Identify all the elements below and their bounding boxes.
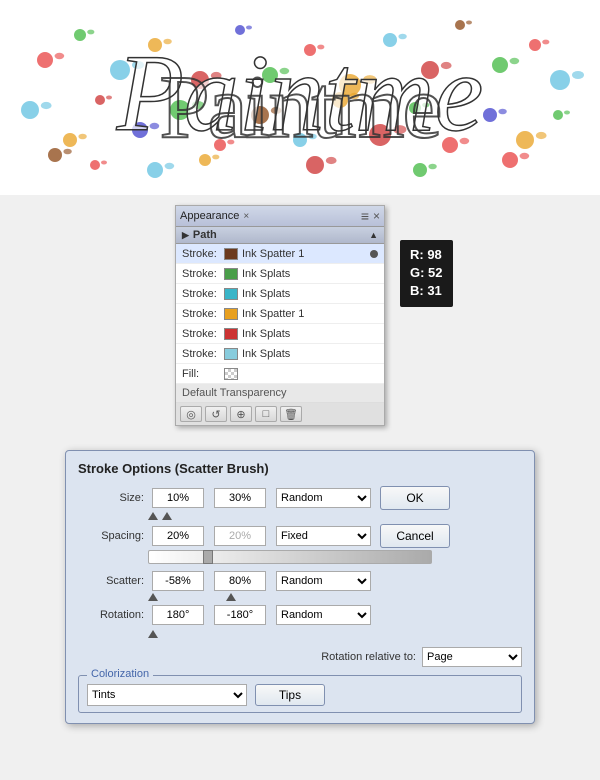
tips-button[interactable]: Tips [255, 684, 325, 706]
stroke-row-5: Stroke: Ink Splats [176, 324, 384, 344]
color-b: B: 31 [410, 282, 443, 300]
spacing-slider[interactable] [148, 550, 432, 564]
scatter-label: Scatter: [78, 575, 148, 587]
rotation-label: Rotation: [78, 609, 148, 621]
stroke-label-4: Stroke: [182, 308, 224, 320]
fill-label: Fill: [182, 368, 224, 380]
stroke-options-title: Stroke Options (Scatter Brush) [78, 461, 522, 476]
toolbar-btn-5[interactable]: 🗑 [280, 406, 302, 422]
scatter-up-2[interactable] [226, 593, 236, 601]
stroke-label-5: Stroke: [182, 328, 224, 340]
colorization-dropdown[interactable]: TintsNoneTints and ShadesHue Shift [87, 684, 247, 706]
rotation-field-2[interactable] [214, 605, 266, 625]
size-dropdown[interactable]: RandomFixedPressure [276, 488, 371, 508]
stroke-row-3: Stroke: Ink Splats [176, 284, 384, 304]
toolbar-btn-1[interactable]: ◎ [180, 406, 202, 422]
panel-menu-icon[interactable]: ≡ [361, 208, 369, 224]
rotation-dropdown[interactable]: RandomFixedPressure [276, 605, 371, 625]
transparency-row: Default Transparency [176, 384, 384, 403]
stroke-label-6: Stroke: [182, 348, 224, 360]
fill-swatch[interactable] [224, 368, 238, 380]
rotation-relative-dropdown[interactable]: PagePath [422, 647, 522, 667]
banner-text-area: Paintme [30, 30, 570, 185]
panel-subtitle-icon: ▶ [182, 230, 189, 241]
panel-subtitle: ▶ Path ▲ [176, 227, 384, 244]
fill-row: Fill: [176, 364, 384, 384]
color-swatch-2[interactable] [224, 268, 238, 280]
toolbar-btn-3[interactable]: ⊕ [230, 406, 252, 422]
spacing-label: Spacing: [78, 530, 148, 542]
size-field-2[interactable] [214, 488, 266, 508]
stroke-text-1: Ink Spatter 1 [242, 248, 368, 260]
stroke-text-6: Ink Splats [242, 348, 378, 360]
scroll-up-icon[interactable]: ▲ [369, 230, 378, 240]
stroke-text-3: Ink Splats [242, 288, 378, 300]
banner-area: 思缘设计论坛 www.MISSVUAN.com Paintme Paintme [0, 0, 600, 195]
toolbar-btn-2[interactable]: ↺ [205, 406, 227, 422]
size-field-1[interactable] [152, 488, 204, 508]
stroke-label-2: Stroke: [182, 268, 224, 280]
panel-close-btn[interactable]: × [373, 209, 380, 223]
size-label: Size: [78, 492, 148, 504]
panel-title: Appearance [180, 210, 239, 222]
panel-rows: Stroke: Ink Spatter 1 Stroke: Ink Splats… [176, 244, 384, 384]
scatter-field-2[interactable] [214, 571, 266, 591]
stroke-row-2: Stroke: Ink Splats [176, 264, 384, 284]
color-swatch-1[interactable] [224, 248, 238, 260]
scatter-up-1[interactable] [148, 593, 158, 601]
color-swatch-3[interactable] [224, 288, 238, 300]
colorization-title: Colorization [87, 668, 153, 680]
rotation-field-1[interactable] [152, 605, 204, 625]
stroke-row-6: Stroke: Ink Splats [176, 344, 384, 364]
scatter-field-1[interactable] [152, 571, 204, 591]
stroke-text-2: Ink Splats [242, 268, 378, 280]
color-r: R: 98 [410, 246, 443, 264]
rotation-relative-row: Rotation relative to: PagePath [78, 647, 522, 667]
color-tooltip: R: 98 G: 52 B: 31 [400, 240, 453, 307]
colorization-box: Colorization TintsNoneTints and ShadesHu… [78, 675, 522, 713]
stroke-label-1: Stroke: [182, 248, 224, 260]
spacing-dropdown[interactable]: FixedRandomPressure [276, 526, 371, 546]
stroke-label-3: Stroke: [182, 288, 224, 300]
stroke-text-5: Ink Splats [242, 328, 378, 340]
size-up-1[interactable] [148, 512, 158, 520]
colorization-inner: TintsNoneTints and ShadesHue Shift Tips [87, 684, 513, 706]
stroke-options-panel: Stroke Options (Scatter Brush) Size: Ran… [65, 450, 535, 724]
ok-button[interactable]: OK [380, 486, 450, 510]
rotation-up[interactable] [148, 630, 158, 638]
selected-indicator [370, 250, 378, 258]
color-g: G: 52 [410, 264, 443, 282]
panel-subtitle-text: Path [193, 229, 217, 241]
panel-titlebar: Appearance × ≡ × [176, 206, 384, 227]
banner-text: Paintme [160, 56, 441, 159]
color-swatch-6[interactable] [224, 348, 238, 360]
cancel-button[interactable]: Cancel [380, 524, 450, 548]
stroke-row-4: Stroke: Ink Spatter 1 [176, 304, 384, 324]
panel-toolbar: ◎ ↺ ⊕ □ 🗑 [176, 403, 384, 425]
color-swatch-4[interactable] [224, 308, 238, 320]
spacing-field-1[interactable] [152, 526, 204, 546]
appearance-panel: Appearance × ≡ × ▶ Path ▲ Stroke: Ink Sp… [175, 205, 385, 426]
color-swatch-5[interactable] [224, 328, 238, 340]
scatter-dropdown[interactable]: RandomFixedPressure [276, 571, 371, 591]
size-up-2[interactable] [162, 512, 172, 520]
panel-tab-indicator: × [243, 211, 249, 222]
toolbar-btn-4[interactable]: □ [255, 406, 277, 422]
stroke-row-1: Stroke: Ink Spatter 1 [176, 244, 384, 264]
stroke-text-4: Ink Spatter 1 [242, 308, 378, 320]
rotation-relative-label: Rotation relative to: [321, 651, 416, 663]
spacing-field-2[interactable] [214, 526, 266, 546]
